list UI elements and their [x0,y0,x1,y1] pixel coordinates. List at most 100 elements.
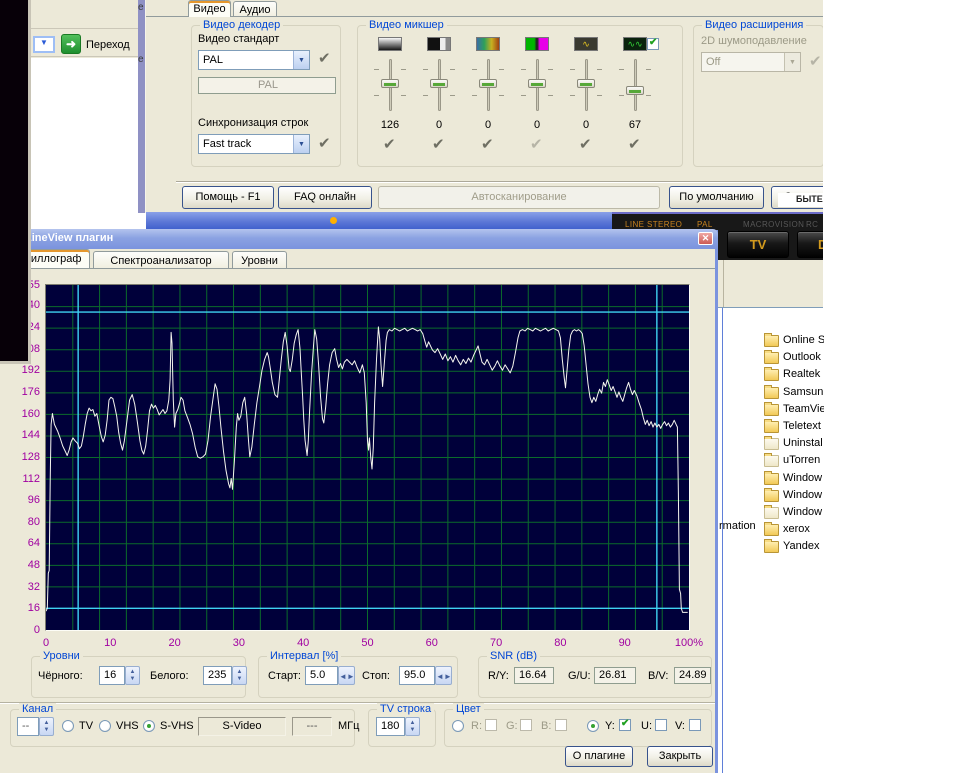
radio-rgb[interactable] [452,720,464,732]
tv-button[interactable]: TV [727,231,789,258]
mixer-slider-hue[interactable] [470,57,506,113]
dv-button[interactable]: DV [797,231,823,258]
y-checkbox[interactable] [619,719,631,731]
selected-value: Fast track [203,138,251,150]
y-tick-label: 0 [34,624,40,636]
address-dropdown[interactable]: ▼ [33,36,55,53]
x-tick-label: 70 [490,637,502,649]
apply-check-icon[interactable]: ✔ [318,134,331,152]
radio-yuv[interactable] [587,720,599,732]
u-checkbox[interactable] [655,719,667,731]
channel-combo[interactable]: -- [17,717,39,736]
ry-value: 16.64 [514,667,554,684]
y-tick-label: 176 [22,386,40,398]
apply-check-icon[interactable]: ✔ [318,49,331,67]
folder-item[interactable]: Yandex [764,539,824,555]
tv-line-input[interactable]: 180 [376,717,405,736]
chevron-down-icon[interactable]: ▼ [293,135,309,153]
stop-stepper[interactable]: ◄► [435,666,452,685]
mixer-value: 126 [367,119,413,131]
y-tick-label: 80 [28,516,40,528]
start-input[interactable]: 5.0 [305,666,338,685]
mixer-column-saturation: 0✔ [514,37,560,162]
apply-check-icon[interactable]: ✔ [628,135,641,153]
go-button[interactable]: ➜ [61,34,81,54]
apply-check-icon[interactable]: ✔ [432,135,445,153]
folder-item[interactable]: Realtek [764,367,824,383]
close-button[interactable]: Закрыть [647,746,713,767]
stop-input[interactable]: 95.0 [399,666,435,685]
selected-value: PAL [203,54,223,66]
ry-label: R/Y: [488,670,509,682]
help-button[interactable]: Помощь - F1 [182,186,274,209]
black-level-input[interactable]: 16 [99,666,125,685]
v-checkbox[interactable] [689,719,701,731]
close-icon[interactable]: ✕ [698,232,713,245]
apply-check-icon[interactable]: ✔ [579,135,592,153]
folder-item[interactable]: Window [764,471,824,487]
apply-check-icon[interactable]: ✔ [383,135,396,153]
tv-line-stepper[interactable]: ▲▼ [405,717,420,736]
y-tick-label: 112 [22,473,40,485]
folder-item[interactable]: Outlook [764,350,824,366]
mixer-slider-saturation[interactable] [519,57,555,113]
mixer-value: 0 [465,119,511,131]
y-tick-label: 16 [28,602,40,614]
mixer-slider-sharpness[interactable] [568,57,604,113]
tab-audio[interactable]: Аудио [233,1,277,17]
window-title: LineView плагин [25,232,113,244]
video-settings-panel: Видео Аудио Видео декодер Видео стандарт… [145,0,823,213]
tab-spectrum-analyzer[interactable]: Спектроанализатор [93,251,229,268]
x-tick-label: 0 [43,637,49,649]
tab-levels[interactable]: Уровни [232,251,287,268]
folder-label: Realtek [783,368,820,380]
channel-stepper[interactable]: ▲▼ [39,717,54,736]
mixer-slider-contrast[interactable] [421,57,457,113]
about-plugin-button[interactable]: О плагине [565,746,633,767]
folder-item[interactable]: Online S [764,333,824,349]
slider-thumb[interactable] [626,86,644,95]
folder-label: Teletext [783,420,821,432]
mixer-slider-brightness[interactable] [372,57,408,113]
folder-icon [764,438,779,450]
apply-check-icon[interactable]: ✔ [530,135,543,153]
address-toolbar: ▼ ➜ Переход [28,29,138,57]
white-level-stepper[interactable]: ▲▼ [232,666,247,685]
defaults-button[interactable]: По умолчанию [669,186,764,209]
black-level-stepper[interactable]: ▲▼ [125,666,140,685]
folder-icon [764,507,779,519]
folder-icon [764,387,779,399]
radio-svhs[interactable] [143,720,155,732]
mixer-column-sharpness: ∿0✔ [563,37,609,162]
folder-item[interactable]: uTorren [764,453,824,469]
line-sync-select[interactable]: Fast track ▼ [198,134,310,154]
folder-item[interactable]: TeamVie [764,402,824,418]
apply-check-icon[interactable]: ✔ [481,135,494,153]
slider-thumb[interactable] [430,79,448,88]
radio-vhs[interactable] [99,720,111,732]
folder-item[interactable]: Window [764,488,824,504]
folder-item[interactable]: Window [764,505,824,521]
radio-tv[interactable] [62,720,74,732]
slider-thumb[interactable] [479,79,497,88]
noise-reduction-checkbox[interactable] [647,38,659,50]
lineview-titlebar[interactable]: LineView плагин ✕ [0,229,718,249]
folder-item[interactable]: xerox [764,522,824,538]
faq-button[interactable]: FAQ онлайн [278,186,372,209]
start-stepper[interactable]: ◄► [338,666,355,685]
folder-item[interactable]: Samsun [764,385,824,401]
slider-thumb[interactable] [381,79,399,88]
tab-video[interactable]: Видео [188,0,231,17]
gu-label: G/U: [568,670,591,682]
group-title: Цвет [453,703,484,715]
white-level-input[interactable]: 235 [203,666,232,685]
slider-thumb[interactable] [528,79,546,88]
folder-item[interactable]: Uninstal [764,436,824,452]
folder-list: Online SOutlook Realtek SamsunTeamVie Telet… [764,333,824,563]
mixer-slider-noise-reduction[interactable] [617,57,653,113]
slider-thumb[interactable] [577,79,595,88]
folder-item[interactable]: Teletext [764,419,824,435]
saturation-icon [525,37,549,51]
chevron-down-icon[interactable]: ▼ [293,51,309,69]
video-standard-select[interactable]: PAL ▼ [198,50,310,70]
